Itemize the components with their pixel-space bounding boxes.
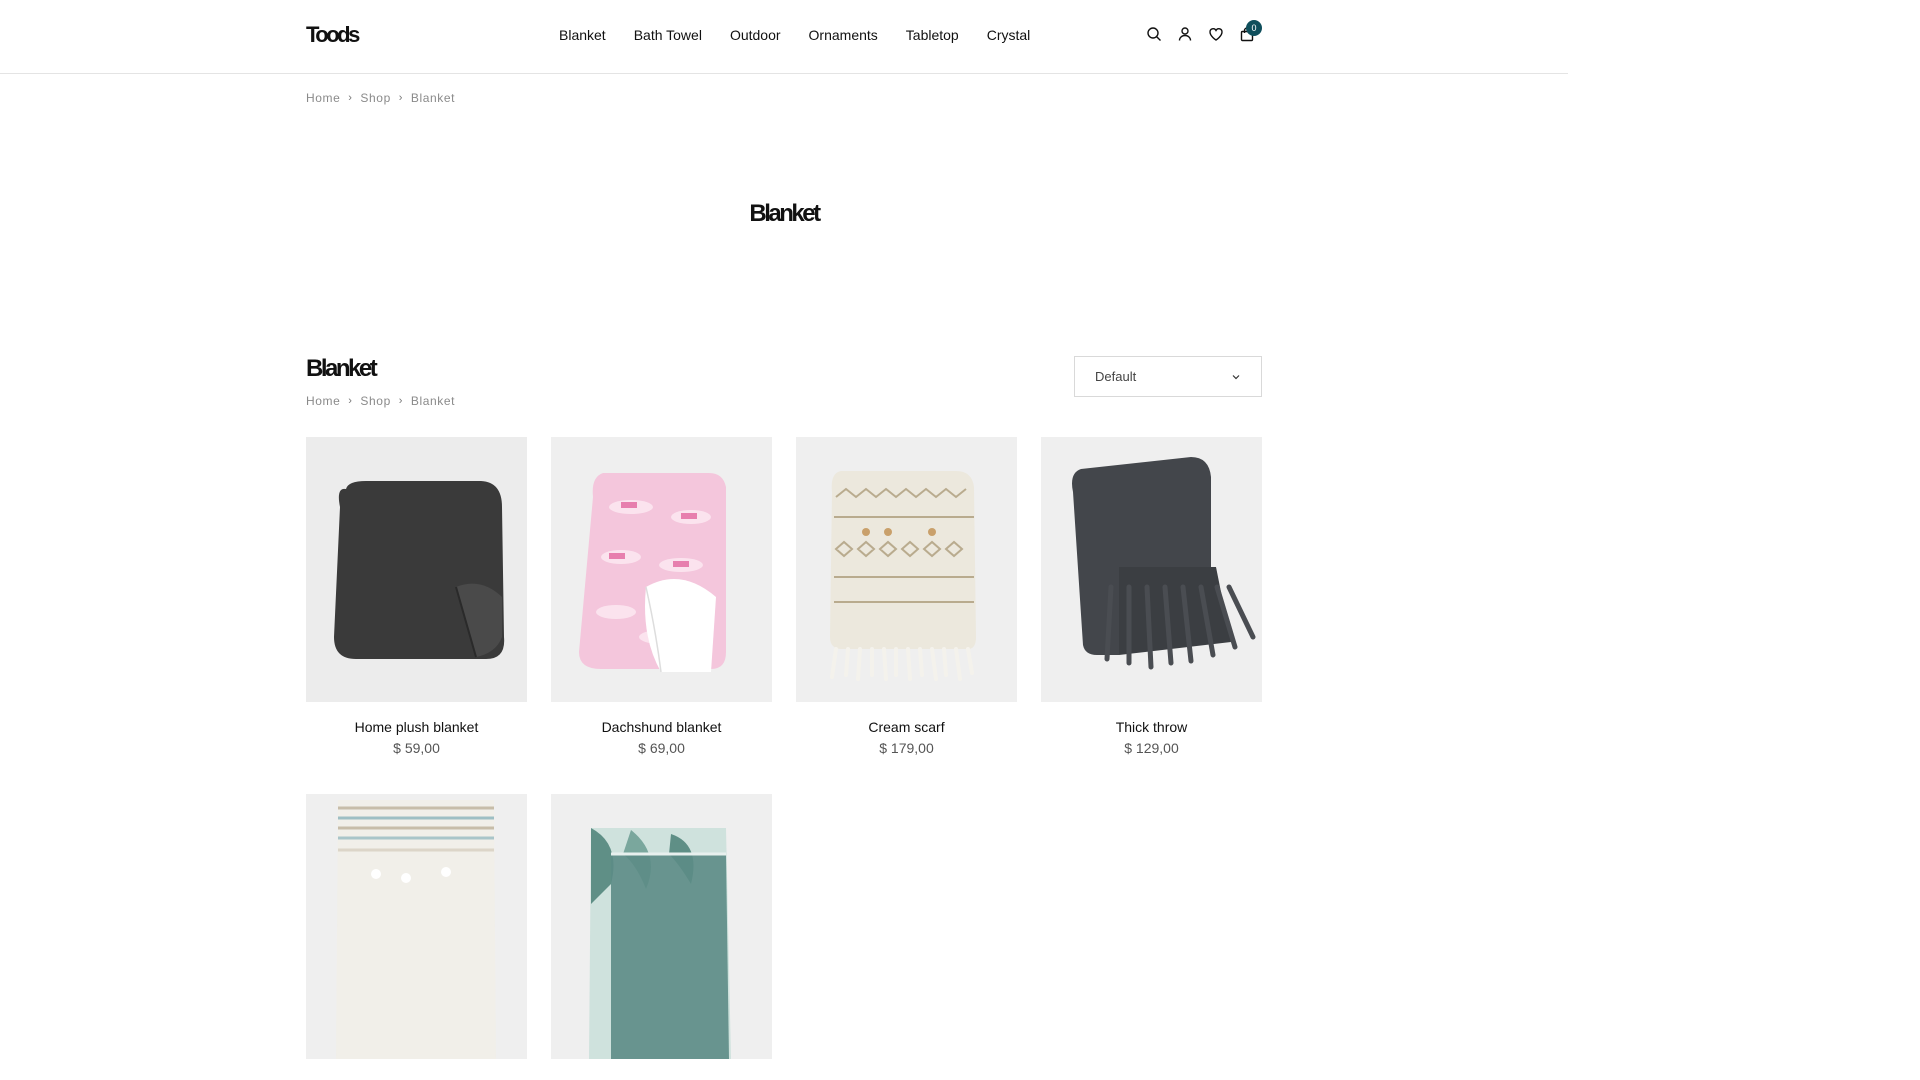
site-logo[interactable]: Toods (306, 22, 360, 48)
nav-tabletop[interactable]: Tabletop (906, 27, 959, 43)
chevron-right-icon: › (348, 92, 353, 104)
product-name[interactable]: Thick throw (1041, 719, 1262, 735)
chevron-right-icon: › (398, 92, 403, 104)
site-header: Toods Blanket Bath Towel Outdoor Ornamen… (0, 0, 1568, 74)
breadcrumb-home[interactable]: Home (306, 91, 340, 105)
chevron-right-icon: › (398, 395, 403, 407)
product-image[interactable] (551, 794, 772, 1059)
product-price: $ 69,00 (638, 740, 685, 756)
product-card (551, 794, 772, 1076)
product-name[interactable]: Home plush blanket (306, 719, 527, 735)
page-title: Blanket (306, 355, 378, 382)
search-icon[interactable] (1146, 26, 1162, 42)
page-hero-title: Blanket (749, 200, 821, 227)
nav-blanket[interactable]: Blanket (559, 27, 606, 43)
breadcrumb-home[interactable]: Home (306, 394, 340, 408)
product-image[interactable] (306, 437, 527, 702)
product-price: $ 179,00 (879, 740, 934, 756)
product-image[interactable] (306, 794, 527, 1059)
product-image[interactable] (551, 437, 772, 702)
product-card (306, 794, 527, 1076)
breadcrumb-secondary: Home › Shop › Blanket (306, 394, 455, 408)
product-card: Dachshund blanket $ 69,00 (551, 437, 772, 756)
chevron-down-icon (1232, 374, 1240, 379)
sort-select[interactable]: Default (1074, 356, 1262, 397)
breadcrumb: Home › Shop › Blanket (306, 91, 455, 105)
user-icon[interactable] (1177, 26, 1193, 42)
product-image[interactable] (796, 437, 1017, 702)
breadcrumb-shop[interactable]: Shop (360, 91, 390, 105)
breadcrumb-current: Blanket (410, 394, 456, 408)
nav-crystal[interactable]: Crystal (987, 27, 1031, 43)
nav-ornaments[interactable]: Ornaments (809, 27, 878, 43)
nav-bath-towel[interactable]: Bath Towel (634, 27, 702, 43)
breadcrumb-shop[interactable]: Shop (360, 394, 390, 408)
sort-selected-value: Default (1095, 369, 1137, 384)
cart-count-badge: 0 (1246, 20, 1262, 36)
product-image[interactable] (1041, 437, 1262, 702)
product-price: $ 59,00 (393, 740, 440, 756)
product-name[interactable]: Dachshund blanket (551, 719, 772, 735)
heart-icon[interactable] (1208, 26, 1224, 42)
product-card: Home plush blanket $ 59,00 (306, 437, 527, 756)
chevron-right-icon: › (348, 395, 353, 407)
product-card: Thick throw $ 129,00 (1041, 437, 1262, 756)
breadcrumb-current: Blanket (410, 91, 456, 105)
product-price: $ 129,00 (1124, 740, 1179, 756)
main-nav: Blanket Bath Towel Outdoor Ornaments Tab… (559, 27, 1058, 43)
nav-outdoor[interactable]: Outdoor (730, 27, 781, 43)
product-name[interactable]: Cream scarf (796, 719, 1017, 735)
product-card: Cream scarf $ 179,00 (796, 437, 1017, 756)
